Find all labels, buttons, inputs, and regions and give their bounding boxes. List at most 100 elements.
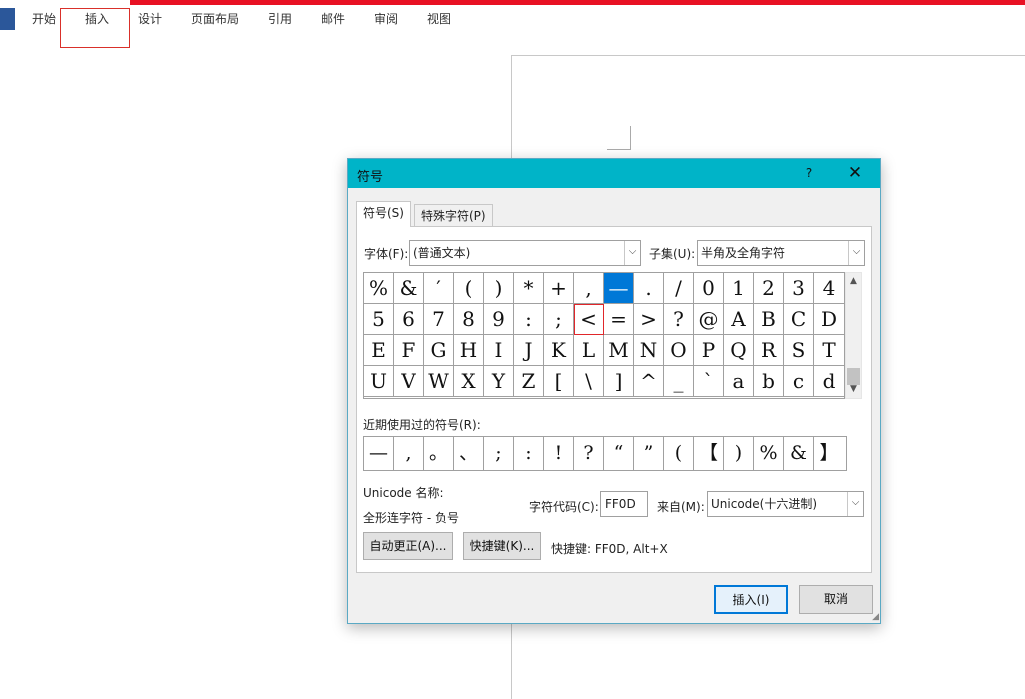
char-code-input[interactable]: FF0D [600, 491, 648, 517]
symbol-cell[interactable]: Q [724, 335, 754, 366]
recent-symbol-cell[interactable]: — [364, 437, 394, 470]
app-menu-button[interactable] [0, 8, 15, 30]
symbol-cell[interactable]: P [694, 335, 724, 366]
symbol-cell[interactable]: , [574, 273, 604, 304]
symbol-cell[interactable]: ; [544, 304, 574, 335]
symbol-cell[interactable]: c [784, 366, 814, 397]
from-select[interactable]: Unicode(十六进制) ⌵ [707, 491, 864, 517]
symbol-cell[interactable]: B [754, 304, 784, 335]
recent-symbol-cell[interactable]: ” [634, 437, 664, 470]
font-select[interactable]: (普通文本) ⌵ [409, 240, 641, 266]
symbol-cell[interactable]: ^ [634, 366, 664, 397]
symbol-cell[interactable]: O [664, 335, 694, 366]
scroll-up-arrow-icon[interactable]: ▲ [846, 273, 861, 290]
symbol-cell[interactable]: R [754, 335, 784, 366]
tab-symbols[interactable]: 符号(S) [356, 201, 411, 227]
recent-symbol-cell[interactable]: ; [484, 437, 514, 470]
symbol-cell[interactable]: E [364, 335, 394, 366]
symbol-cell[interactable]: / [664, 273, 694, 304]
symbol-cell[interactable]: 7 [424, 304, 454, 335]
dialog-titlebar[interactable]: 符号 ? ✕ [348, 159, 880, 188]
symbol-cell[interactable]: F [394, 335, 424, 366]
recent-symbol-cell[interactable]: 。 [424, 437, 454, 470]
symbol-cell[interactable]: * [514, 273, 544, 304]
symbol-cell[interactable]: A [724, 304, 754, 335]
symbol-cell[interactable]: < [574, 304, 604, 335]
symbol-cell[interactable]: D [814, 304, 844, 335]
symbol-cell[interactable]: C [784, 304, 814, 335]
recent-symbol-cell[interactable]: % [754, 437, 784, 470]
symbol-cell[interactable]: X [454, 366, 484, 397]
symbol-cell[interactable]: L [574, 335, 604, 366]
symbol-cell[interactable]: M [604, 335, 634, 366]
symbol-cell[interactable]: : [514, 304, 544, 335]
recent-symbol-cell[interactable]: , [394, 437, 424, 470]
symbol-cell[interactable]: I [484, 335, 514, 366]
recent-symbol-cell[interactable]: 【 [694, 437, 724, 470]
recent-symbol-cell[interactable]: & [784, 437, 814, 470]
symbol-cell[interactable]: T [814, 335, 844, 366]
ribbon-tab-view[interactable]: 视图 [427, 10, 451, 27]
cancel-button[interactable]: 取消 [799, 585, 873, 614]
symbol-cell[interactable]: = [604, 304, 634, 335]
recent-symbol-cell[interactable]: 、 [454, 437, 484, 470]
symbol-cell[interactable]: [ [544, 366, 574, 397]
symbol-cell[interactable]: 4 [814, 273, 844, 304]
symbol-cell[interactable]: & [394, 273, 424, 304]
ribbon-tab-layout[interactable]: 页面布局 [191, 10, 239, 27]
symbol-cell[interactable]: S [784, 335, 814, 366]
symbol-cell[interactable]: > [634, 304, 664, 335]
symbol-cell[interactable]: 1 [724, 273, 754, 304]
symbol-cell[interactable]: W [424, 366, 454, 397]
chevron-down-icon[interactable]: ⌵ [848, 241, 864, 265]
help-button[interactable]: ? [796, 161, 822, 186]
symbol-cell[interactable]: 5 [364, 304, 394, 335]
symbol-cell[interactable]: 3 [784, 273, 814, 304]
recent-symbol-cell[interactable]: 】 [814, 437, 844, 470]
subset-select[interactable]: 半角及全角字符 ⌵ [697, 240, 865, 266]
symbol-cell[interactable]: N [634, 335, 664, 366]
recent-symbol-cell[interactable]: ? [574, 437, 604, 470]
shortcut-key-button[interactable]: 快捷键(K)... [463, 532, 541, 560]
insert-button[interactable]: 插入(I) [714, 585, 788, 614]
symbol-grid-scrollbar[interactable]: ▲ ▼ [845, 272, 862, 399]
ribbon-tab-design[interactable]: 设计 [138, 10, 162, 27]
symbol-cell[interactable]: _ [664, 366, 694, 397]
symbol-cell[interactable]: ? [664, 304, 694, 335]
symbol-cell[interactable]: d [814, 366, 844, 397]
recent-symbol-cell[interactable]: “ [604, 437, 634, 470]
scroll-down-arrow-icon[interactable]: ▼ [846, 381, 861, 398]
symbol-cell[interactable]: Z [514, 366, 544, 397]
ribbon-tab-references[interactable]: 引用 [268, 10, 292, 27]
symbol-cell[interactable]: + [544, 273, 574, 304]
symbol-cell[interactable]: b [754, 366, 784, 397]
symbol-cell[interactable]: ] [604, 366, 634, 397]
symbol-cell[interactable]: 9 [484, 304, 514, 335]
ribbon-tab-home[interactable]: 开始 [32, 10, 56, 27]
symbol-cell[interactable]: ( [454, 273, 484, 304]
symbol-cell[interactable]: K [544, 335, 574, 366]
resize-grip-icon[interactable]: ◢ [869, 612, 879, 622]
symbol-cell[interactable]: 8 [454, 304, 484, 335]
symbol-cell[interactable]: J [514, 335, 544, 366]
symbol-cell[interactable]: V [394, 366, 424, 397]
symbol-cell[interactable]: G [424, 335, 454, 366]
recent-symbol-cell[interactable]: ) [724, 437, 754, 470]
symbol-cell[interactable]: Y [484, 366, 514, 397]
tab-special-characters[interactable]: 特殊字符(P) [414, 204, 493, 228]
symbol-cell[interactable]: % [364, 273, 394, 304]
ribbon-tab-review[interactable]: 审阅 [374, 10, 398, 27]
recent-symbol-cell[interactable]: : [514, 437, 544, 470]
symbol-cell[interactable]: 2 [754, 273, 784, 304]
ribbon-tab-mailings[interactable]: 邮件 [321, 10, 345, 27]
symbol-cell[interactable]: U [364, 366, 394, 397]
symbol-cell[interactable]: ′ [424, 273, 454, 304]
symbol-cell[interactable]: . [634, 273, 664, 304]
autocorrect-button[interactable]: 自动更正(A)... [363, 532, 453, 560]
chevron-down-icon[interactable]: ⌵ [847, 492, 863, 516]
recent-symbol-cell[interactable]: ( [664, 437, 694, 470]
symbol-cell[interactable]: @ [694, 304, 724, 335]
close-button[interactable]: ✕ [838, 161, 872, 186]
symbol-cell[interactable]: 0 [694, 273, 724, 304]
symbol-cell[interactable]: — [604, 273, 634, 304]
